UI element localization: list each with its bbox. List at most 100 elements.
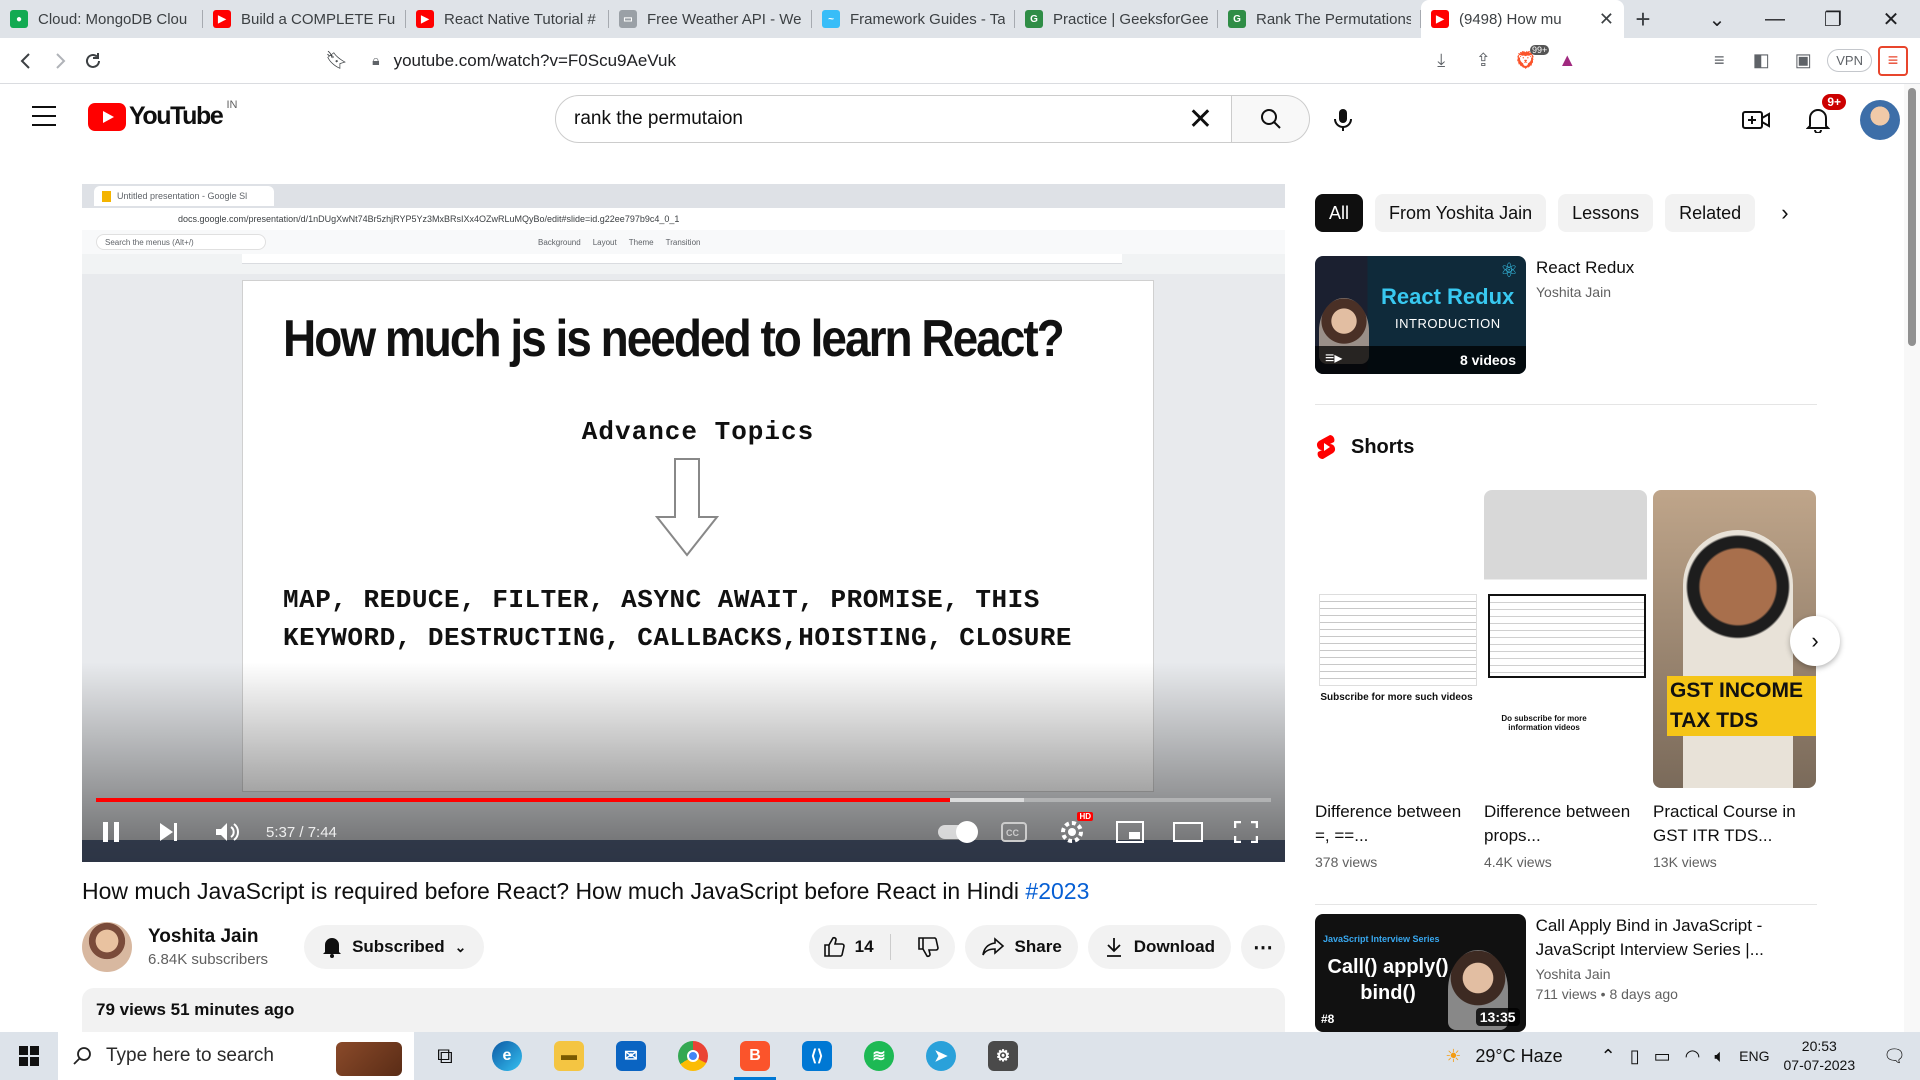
like-button[interactable]: 14 [809, 934, 891, 960]
browser-tab[interactable]: ▶ Build a COMPLETE Full [203, 0, 406, 38]
new-tab-button[interactable]: + [1624, 0, 1662, 38]
share-page-icon[interactable]: ⇪ [1465, 43, 1501, 79]
playlist-icon[interactable]: ≡ [1701, 43, 1737, 79]
device-icon[interactable]: ▯ [1630, 1046, 1640, 1067]
clock[interactable]: 20:53 07-07-2023 [1784, 1037, 1856, 1075]
channel-avatar[interactable] [82, 922, 132, 972]
telegram-icon[interactable]: ➤ [910, 1032, 972, 1080]
chip-lessons[interactable]: Lessons [1558, 194, 1654, 232]
browser-tab[interactable]: G Practice | GeeksforGee [1015, 0, 1218, 38]
settings-icon[interactable]: ⚙ [972, 1032, 1034, 1080]
search-query-text[interactable]: rank the permutaion [574, 108, 1188, 130]
task-view-icon[interactable]: ⧉ [414, 1032, 476, 1080]
chip-all[interactable]: All [1315, 194, 1364, 232]
forward-button[interactable] [46, 43, 74, 79]
create-video-button[interactable] [1736, 100, 1776, 140]
lock-icon[interactable]: 🔒︎ [372, 52, 379, 69]
install-icon[interactable]: ⤓ [1423, 43, 1459, 79]
browser-menu-button[interactable]: ≡ [1878, 45, 1908, 76]
playlist-item[interactable]: React Redux INTRODUCTION ⚛ 8 videos ≡▸ R… [1315, 256, 1815, 374]
related-video-channel[interactable]: Yoshita Jain [1536, 966, 1815, 982]
guide-menu-icon[interactable] [32, 106, 56, 126]
tray-chevron-icon[interactable]: ⌃ [1601, 1046, 1616, 1067]
short-item[interactable]: Do subscribe for more information videos… [1484, 490, 1647, 870]
sidebar-icon[interactable]: ◧ [1743, 43, 1779, 79]
maximize-button[interactable]: ❐ [1804, 0, 1862, 38]
short-item[interactable]: GST INCOME TAX TDS Practical Course in G… [1653, 490, 1816, 870]
playlist-channel[interactable]: Yoshita Jain [1536, 284, 1634, 300]
fullscreen-button[interactable] [1217, 808, 1275, 856]
address-bar[interactable]: 🔖︎ 🔒︎ youtube.com/watch?v=F0Scu9AeVuk [123, 43, 1423, 79]
vscode-icon[interactable]: ⟨⟩ [786, 1032, 848, 1080]
share-button[interactable]: Share [964, 925, 1078, 969]
weather-icon[interactable]: ☀ [1445, 1046, 1461, 1067]
subscribed-button[interactable]: Subscribed ⌄ [304, 925, 485, 969]
short-title[interactable]: Practical Course in GST ITR TDS... [1653, 800, 1816, 848]
playlist-title[interactable]: React Redux [1536, 256, 1634, 280]
more-actions-button[interactable]: ⋯ [1241, 925, 1285, 969]
short-item[interactable]: Subscribe for more such videos Differenc… [1315, 490, 1478, 870]
bookmark-icon[interactable]: 🔖︎ [325, 50, 348, 71]
captions-button[interactable]: CC [985, 808, 1043, 856]
url-text[interactable]: youtube.com/watch?v=F0Scu9AeVuk [394, 51, 676, 71]
volume-button[interactable] [198, 808, 256, 856]
weather-text[interactable]: 29°C Haze [1475, 1046, 1562, 1067]
taskbar-search-placeholder[interactable]: Type here to search [106, 1045, 274, 1067]
brave-rewards-icon[interactable]: ▲ [1549, 43, 1585, 79]
short-title[interactable]: Difference between =, ==... [1315, 800, 1478, 848]
reload-button[interactable] [80, 43, 108, 79]
chrome-icon[interactable] [662, 1032, 724, 1080]
start-button[interactable] [0, 1032, 58, 1080]
chevron-right-icon[interactable]: › [1781, 200, 1788, 226]
browser-tab[interactable]: ▭ Free Weather API - We [609, 0, 812, 38]
miniplayer-button[interactable] [1101, 808, 1159, 856]
tab-search-icon[interactable]: ⌄ [1688, 0, 1746, 38]
playlist-thumbnail[interactable]: React Redux INTRODUCTION ⚛ 8 videos ≡▸ [1315, 256, 1526, 374]
wifi-icon[interactable]: ◠ [1685, 1046, 1701, 1067]
theater-mode-button[interactable] [1159, 808, 1217, 856]
voice-search-button[interactable] [1320, 97, 1366, 143]
browser-tab[interactable]: G Rank The Permutations [1218, 0, 1421, 38]
progress-bar[interactable] [96, 798, 1271, 802]
video-player[interactable]: Untitled presentation - Google Sl docs.g… [82, 184, 1285, 862]
page-scrollbar[interactable] [1904, 84, 1920, 1032]
browser-tab[interactable]: ▶ (9498) How mu ✕ [1421, 0, 1624, 38]
shorts-next-button[interactable]: › [1790, 616, 1840, 666]
brave-shields-icon[interactable]: 🦁︎ 99+ [1507, 43, 1550, 79]
hashtag-link[interactable]: #2023 [1025, 878, 1089, 904]
browser-tab[interactable]: ● Cloud: MongoDB Clou [0, 0, 203, 38]
autoplay-switch[interactable] [938, 821, 978, 843]
short-thumbnail[interactable]: Do subscribe for more information videos [1484, 490, 1647, 788]
volume-tray-icon[interactable]: 🔈︎ [1714, 1046, 1725, 1067]
taskbar-search[interactable]: Type here to search [58, 1032, 414, 1080]
back-button[interactable] [12, 43, 40, 79]
battery-icon[interactable]: ▭ [1654, 1046, 1671, 1067]
close-tab-icon[interactable]: ✕ [1599, 9, 1614, 30]
brave-icon[interactable]: B [724, 1032, 786, 1080]
short-thumbnail[interactable]: Subscribe for more such videos [1315, 490, 1478, 788]
next-button[interactable] [140, 808, 198, 856]
autoplay-toggle[interactable] [927, 808, 985, 856]
chip-related[interactable]: Related [1665, 194, 1756, 232]
pause-button[interactable] [82, 808, 140, 856]
search-input[interactable]: rank the permutaion ✕ [555, 95, 1232, 143]
chip-from-channel[interactable]: From Yoshita Jain [1375, 194, 1547, 232]
account-avatar[interactable] [1860, 100, 1900, 140]
related-video-title[interactable]: Call Apply Bind in JavaScript - JavaScri… [1536, 914, 1815, 962]
minimize-button[interactable]: — [1746, 0, 1804, 38]
close-window-button[interactable]: ✕ [1862, 0, 1920, 38]
download-button[interactable]: Download [1087, 925, 1231, 969]
dislike-button[interactable] [901, 936, 955, 958]
spotify-icon[interactable]: ≋ [848, 1032, 910, 1080]
search-button[interactable] [1232, 95, 1310, 143]
youtube-logo[interactable]: YouTube IN [88, 99, 237, 131]
notifications-button[interactable]: 9+ [1798, 94, 1846, 140]
language-indicator[interactable]: ENG [1739, 1048, 1769, 1064]
related-video-item[interactable]: JavaScript Interview Series Call() apply… [1315, 914, 1815, 1032]
related-video-thumbnail[interactable]: JavaScript Interview Series Call() apply… [1315, 914, 1526, 1032]
browser-tab[interactable]: ▶ React Native Tutorial # [406, 0, 609, 38]
mail-icon[interactable]: ✉ [600, 1032, 662, 1080]
short-title[interactable]: Difference between props... [1484, 800, 1647, 848]
settings-button[interactable]: HD [1043, 808, 1101, 856]
scrollbar-thumb[interactable] [1908, 88, 1916, 346]
